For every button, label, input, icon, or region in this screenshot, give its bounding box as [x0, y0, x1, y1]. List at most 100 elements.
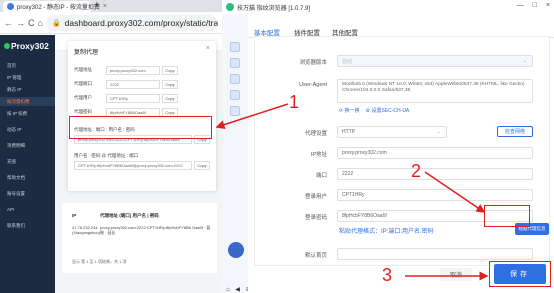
highlight-box-paste	[484, 205, 530, 227]
nav-home-icon[interactable]	[230, 42, 240, 52]
field-label: 代理用户	[74, 95, 92, 100]
sidebar-item-contact[interactable]: 联系我们	[0, 221, 55, 230]
browser-tab[interactable]: proxy302 - 静态IP - 按流量扣费 ×	[3, 1, 107, 12]
annotation-number-1: 1	[289, 92, 300, 112]
user-input[interactable]: CPT1HRy	[337, 189, 533, 201]
proxy-type-select[interactable]: HTTP ⌄	[337, 126, 447, 138]
user-agent-field[interactable]: Mozilla/5.0 (Windows NT 10.0; Win64; x64…	[337, 79, 533, 103]
new-tab-button[interactable]: +	[94, 0, 100, 12]
window-controls: — □ ×	[517, 2, 550, 9]
sidebar-item-recharge[interactable]: 充值	[0, 157, 55, 166]
select-value: HTTP	[342, 129, 356, 135]
homepage-label: 默认首页	[304, 253, 327, 259]
dialog-title: 复制代理	[74, 50, 99, 56]
sidebar-item-billing-detail[interactable]: 消费明细	[0, 141, 55, 150]
column-header-ip: IP	[72, 213, 77, 218]
sidebar-item-traffic-billing[interactable]: 按流量扣费	[0, 97, 55, 106]
copy-button[interactable]: Copy	[162, 93, 178, 103]
ip-input[interactable]: proxy.proxy302.com	[337, 147, 533, 159]
sidebar-item-ip-manage[interactable]: IP 管理	[0, 73, 55, 82]
copy-button[interactable]: Copy	[162, 79, 178, 89]
close-window-icon[interactable]: ×	[546, 2, 550, 9]
change-ua-label: 换一换	[344, 108, 360, 114]
reload-icon[interactable]: C	[28, 18, 35, 28]
format-value[interactable]: CPT1HRy:8fpHcbFY8B6Oaa6f@proxy.proxy302.…	[74, 161, 192, 170]
app-icon	[226, 3, 234, 11]
browser-window: proxy302 - 静态IP - 按流量扣费 × + ← → C ⌂ 🔒 da…	[0, 0, 222, 293]
maximize-icon[interactable]: □	[533, 2, 537, 9]
fingerprint-browser-window: 技万猫 指纹浏览器 [1.0.7.9] — □ × ⌂ ◀ ≡ 基本配置 插件配…	[222, 0, 554, 293]
highlight-box-save	[489, 261, 551, 287]
table-cell-proxy: proxy.proxy302.com:2222:CPT1HRy:8fpHcbFY…	[100, 225, 211, 235]
basic-config-form: 浏览器版本 自动 ⌄ User-Agent Mozilla/5.0 (Windo…	[254, 36, 550, 266]
cancel-button[interactable]: 取消	[440, 268, 472, 281]
proxy-host-row: 代理地址 proxy.proxy302.com Copy	[74, 65, 214, 75]
password-label: 登录密码	[304, 215, 327, 221]
port-input[interactable]: 2222	[337, 168, 533, 180]
chevron-down-icon: ⌄	[436, 129, 441, 135]
title-bar: 技万猫 指纹浏览器 [1.0.7.9]	[222, 0, 554, 14]
home-icon[interactable]: ⌂	[38, 18, 43, 28]
app-sidebar: ⌂ ◀ ≡	[222, 14, 249, 293]
forward-icon[interactable]: →	[16, 18, 25, 28]
copy-button[interactable]: Copy	[194, 161, 210, 170]
logo-text: Proxy302	[11, 41, 49, 51]
sidebar-item-ip-billing[interactable]: 按 IP 扣费	[0, 109, 55, 118]
select-value: 自动	[342, 58, 353, 65]
profile-editor: 基本配置 插件配置 其他配置 浏览器版本 自动 ⌄ User-Agent Moz…	[248, 14, 554, 293]
sec-ch-ua-label: 设置SEC-CH-UA	[371, 108, 410, 114]
favicon-icon	[7, 3, 14, 10]
homepage-input[interactable]	[337, 248, 533, 260]
pagination-info: 显示 第 1 至 1 项结果，共 1 项	[72, 259, 127, 264]
proxy-user-value[interactable]: CPT1HRy	[106, 93, 160, 103]
sec-ch-ua-link[interactable]: ⚙ 设置SEC-CH-UA	[366, 107, 410, 114]
paste-format-hint: 粘贴代理格式：IP:端口:用户名:密码	[339, 229, 434, 235]
tab-strip: proxy302 - 静态IP - 按流量扣费 × +	[0, 0, 222, 12]
browser-toolbar: ← → C ⌂ 🔒 dashboard.proxy302.com/proxy/s…	[0, 12, 222, 34]
avatar[interactable]	[228, 242, 244, 258]
field-label: 代理密码	[74, 109, 92, 114]
sidebar-item-dynamic-ip[interactable]: 动态 IP	[0, 125, 55, 134]
proxy-table: IP 代理地址 (端口) 用户名 | 密码 47.76.232.244 (Xia…	[62, 203, 217, 273]
logo-icon	[4, 43, 10, 49]
proxy302-app: Proxy302 首页 IP 管理 静态 IP 按流量扣费 按 IP 扣费 动态…	[0, 35, 222, 293]
nav-proxy-icon[interactable]	[230, 90, 240, 100]
close-tab-icon[interactable]: ×	[103, 3, 107, 10]
nav-profiles-icon[interactable]	[230, 58, 240, 68]
nav-groups-icon[interactable]	[230, 74, 240, 84]
browser-version-label: 浏览器版本	[299, 60, 327, 66]
format-label: 用户名 : 密码 @ 代理地址 : 端口	[74, 153, 139, 158]
annotation-number-2: 2	[411, 161, 422, 181]
ua-actions: ⟳ 换一换 ⚙ 设置SEC-CH-UA	[339, 107, 409, 114]
sidebar: Proxy302 首页 IP 管理 静态 IP 按流量扣费 按 IP 扣费 动态…	[0, 35, 55, 293]
annotation-number-3: 3	[382, 265, 393, 285]
proxy-port-value[interactable]: 2222	[106, 79, 160, 89]
field-label: 代理地址	[74, 67, 92, 72]
sidebar-item-account[interactable]: 账号设置	[0, 189, 55, 198]
close-icon[interactable]: ×	[206, 45, 210, 52]
change-ua-link[interactable]: ⟳ 换一换	[339, 107, 360, 114]
field-label: 代理端口	[74, 81, 92, 86]
nav-settings-icon[interactable]	[230, 106, 240, 116]
url-text: dashboard.proxy302.com/proxy/static/tra.…	[64, 17, 218, 28]
back-icon[interactable]: ←	[4, 18, 13, 28]
sidebar-item-home[interactable]: 首页	[0, 61, 55, 70]
address-bar[interactable]: 🔒 dashboard.proxy302.com/proxy/static/tr…	[45, 14, 218, 31]
port-label: 端口	[315, 173, 327, 179]
proxy-host-value[interactable]: proxy.proxy302.com	[106, 65, 160, 75]
sidebar-item-api[interactable]: API	[0, 205, 55, 214]
sidebar-item-static-ip[interactable]: 静态 IP	[0, 85, 55, 94]
browser-version-select: 自动 ⌄	[337, 55, 533, 67]
highlight-box-format	[69, 116, 212, 139]
proxy-port-row: 代理端口 2222 Copy	[74, 79, 214, 89]
chevron-down-icon: ⌄	[522, 58, 527, 64]
sidebar-item-docs[interactable]: 帮助文档	[0, 173, 55, 182]
proxy-label: 代理设置	[304, 131, 327, 137]
lock-icon: 🔒	[51, 19, 61, 27]
copy-button[interactable]: Copy	[162, 65, 178, 75]
column-header-proxy: 代理地址 (端口) 用户名 | 密码	[100, 213, 159, 218]
table-cell-ip: 47.76.232.244 (Xiaoyangshou)	[72, 225, 101, 235]
check-network-button[interactable]: 检查网络	[497, 126, 533, 137]
minimize-icon[interactable]: —	[517, 2, 524, 9]
tab-title: proxy302 - 静态IP - 按流量扣费	[17, 5, 100, 11]
